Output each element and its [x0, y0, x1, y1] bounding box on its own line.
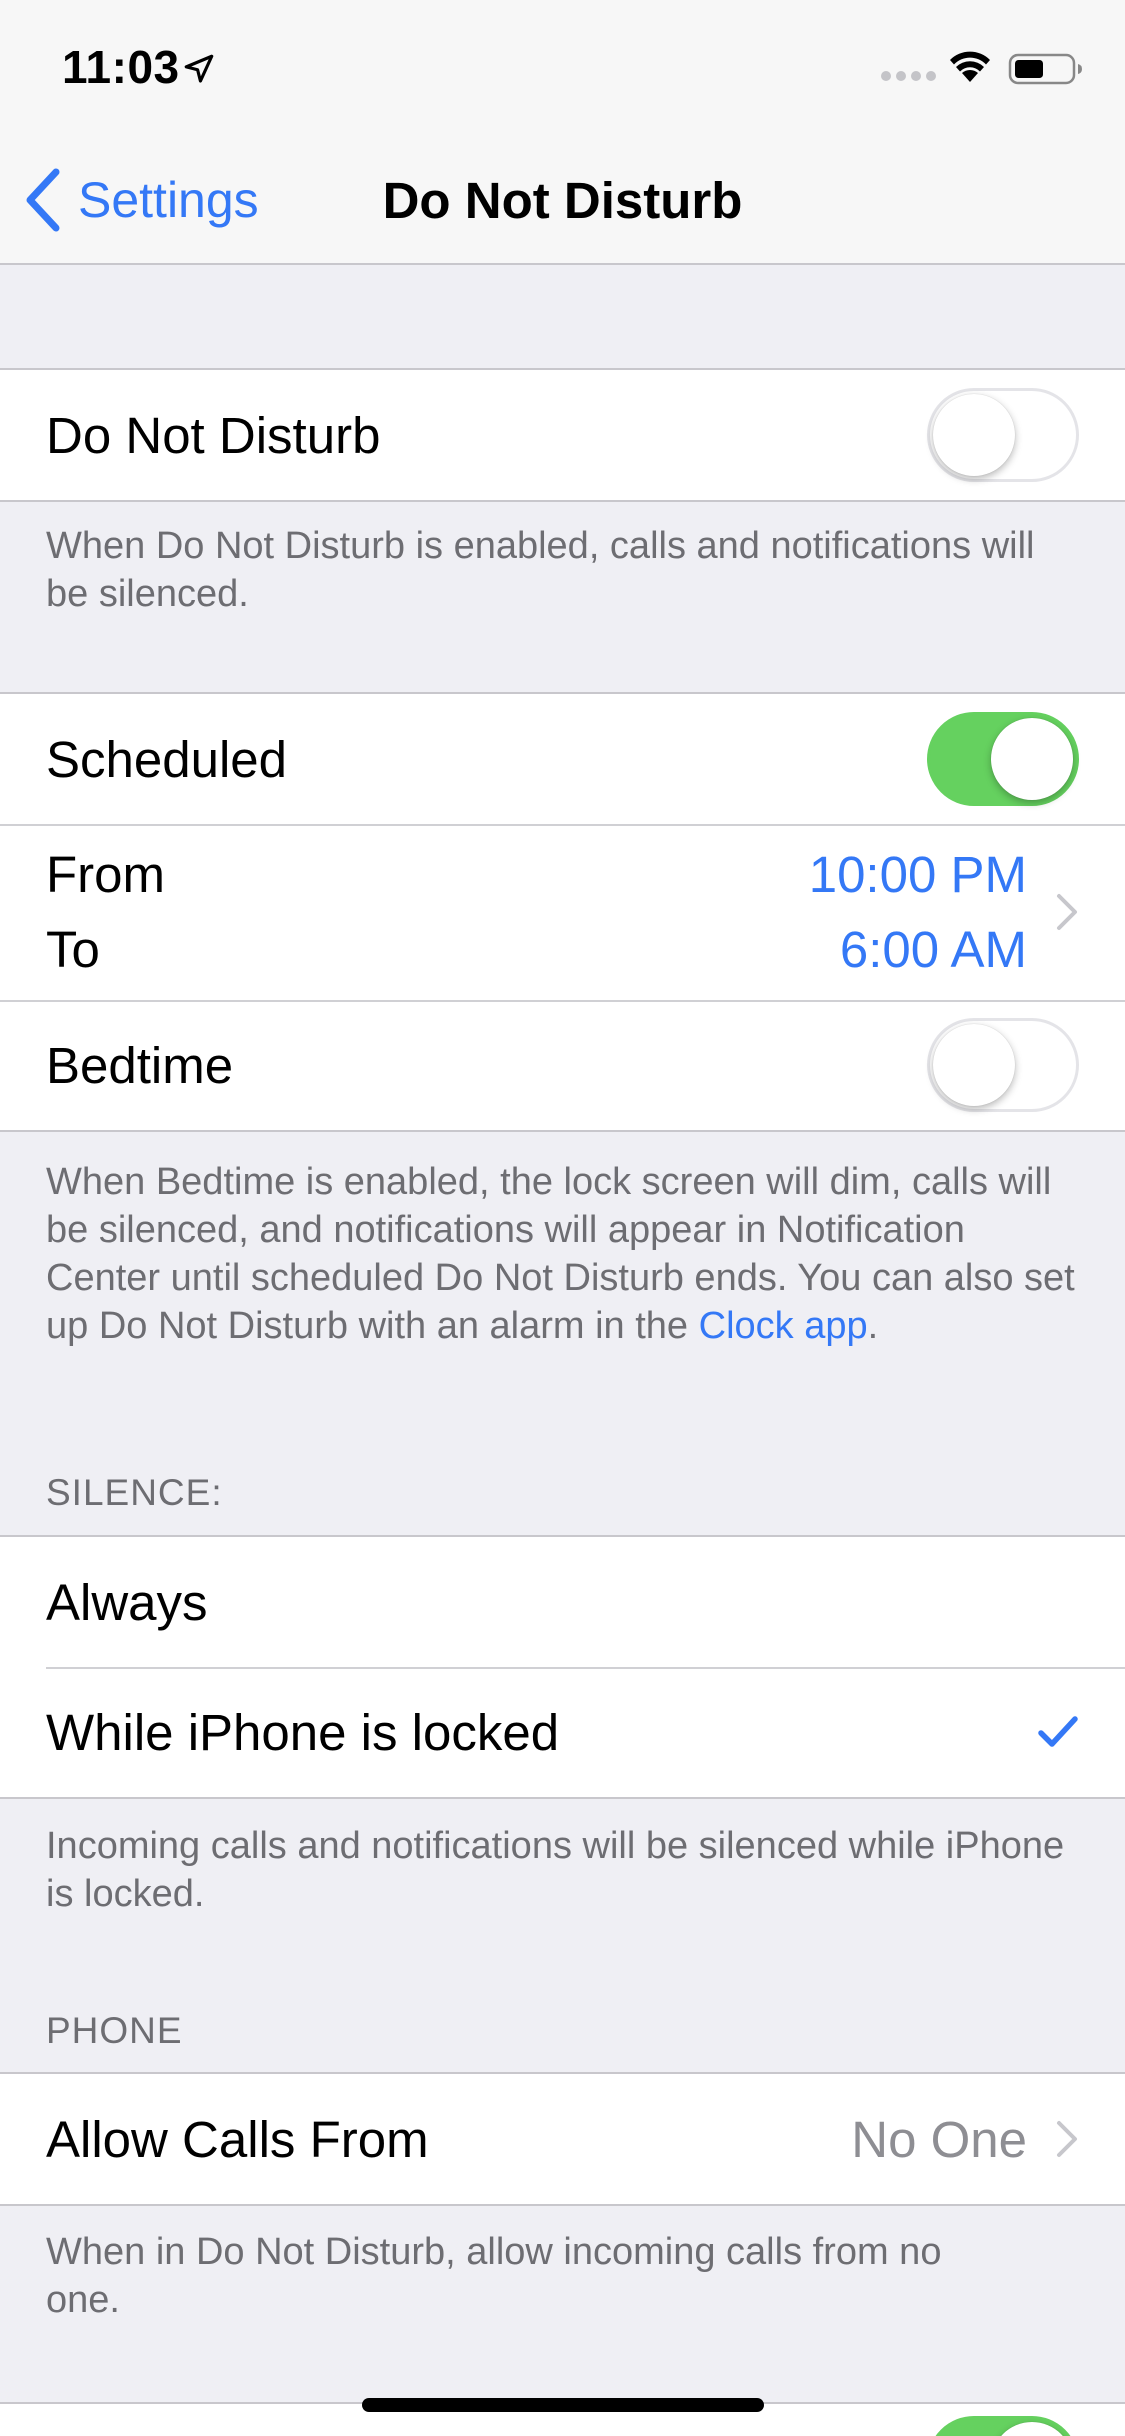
location-arrow-icon [184, 54, 214, 83]
dnd-footer: When Do Not Disturb is enabled, calls an… [46, 525, 1035, 615]
partial-toggle[interactable] [927, 2416, 1079, 2436]
chevron-right-icon [1057, 2121, 1077, 2157]
allow-calls-row[interactable]: Allow Calls From No One [0, 2074, 1125, 2204]
bedtime-row: Bedtime [0, 1000, 1125, 1130]
battery-icon [1008, 53, 1082, 85]
scheduled-label: Scheduled [46, 730, 288, 788]
scheduled-row: Scheduled [0, 694, 1125, 824]
chevron-right-icon [1057, 894, 1077, 930]
silence-option-locked[interactable]: While iPhone is locked [0, 1667, 1125, 1797]
navigation-bar: Settings Do Not Disturb [0, 135, 1125, 265]
toggle-knob [991, 2422, 1073, 2436]
status-time: 11:03 [62, 41, 180, 93]
schedule-group: Scheduled From To 10:00 PM 6:00 AM Bedti… [0, 692, 1125, 1132]
silence-option-always[interactable]: Always [0, 1537, 1125, 1667]
bedtime-label: Bedtime [46, 1036, 234, 1094]
phone-group: Allow Calls From No One [0, 2072, 1125, 2206]
status-bar: 11:03 [0, 0, 1125, 135]
dnd-group: Do Not Disturb [0, 368, 1125, 502]
phone-header: PHONE [46, 2010, 183, 2051]
allow-calls-label: Allow Calls From [46, 2110, 429, 2168]
to-time-value: 6:00 AM [839, 921, 1027, 978]
bedtime-footer: When Bedtime is enabled, the lock screen… [46, 1158, 1086, 1350]
from-time-value: 10:00 PM [808, 846, 1027, 903]
dnd-row: Do Not Disturb [0, 370, 1125, 500]
time-values: 10:00 PM 6:00 AM [809, 845, 1027, 979]
schedule-time-row[interactable]: From To 10:00 PM 6:00 AM [0, 824, 1125, 1000]
checkmark-icon [1038, 1716, 1078, 1747]
toggle-knob [933, 1024, 1015, 1106]
clock-app-link[interactable]: Clock app [699, 1305, 868, 1347]
cellular-signal-icon [881, 71, 936, 81]
silence-header: SILENCE: [46, 1472, 223, 1513]
bedtime-toggle[interactable] [927, 1018, 1079, 1112]
toggle-knob [933, 394, 1015, 476]
silence-footer: Incoming calls and notifications will be… [46, 1825, 1065, 1915]
dnd-toggle[interactable] [927, 388, 1079, 482]
from-label: From [46, 846, 165, 903]
allow-calls-value: No One [851, 2110, 1027, 2168]
page-title: Do Not Disturb [382, 172, 743, 229]
silence-option-label: While iPhone is locked [46, 1703, 560, 1761]
phone-footer: When in Do Not Disturb, allow incoming c… [46, 2231, 942, 2321]
bedtime-footer-text: When Bedtime is enabled, the lock screen… [46, 1161, 1075, 1347]
toggle-knob [991, 718, 1073, 800]
dnd-label: Do Not Disturb [46, 406, 381, 464]
to-label: To [46, 921, 100, 978]
bedtime-footer-end: . [867, 1305, 879, 1347]
scheduled-toggle[interactable] [927, 712, 1079, 806]
home-indicator[interactable] [362, 2398, 764, 2412]
wifi-icon [950, 51, 990, 82]
time-labels: From To [46, 845, 809, 979]
silence-group: Always While iPhone is locked [0, 1535, 1125, 1799]
silence-option-label: Always [46, 1573, 208, 1631]
